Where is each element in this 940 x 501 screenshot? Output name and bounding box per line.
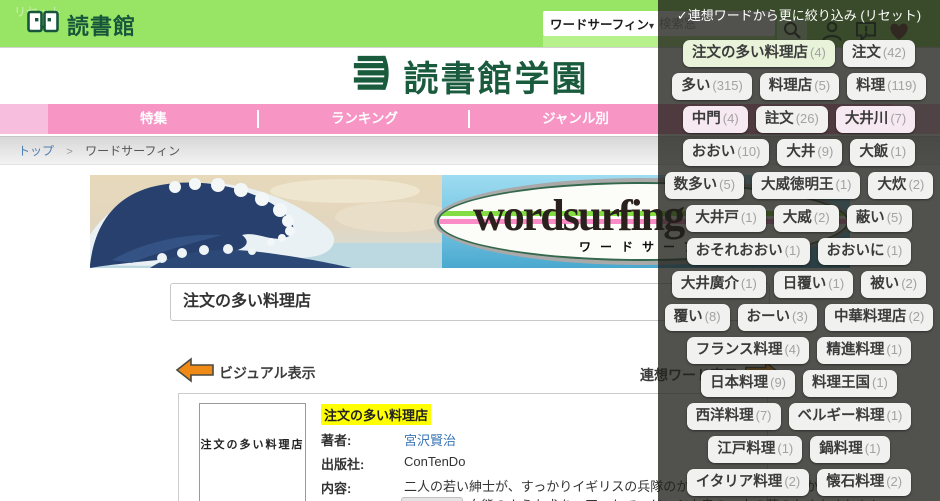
chevron-down-icon: ▾ [649, 21, 654, 32]
chip-row: フランス料理(4) 精進料理(1) [658, 337, 940, 364]
open-book-icon [26, 9, 60, 41]
keyword-chip[interactable]: 大井戸(1) [686, 205, 765, 232]
keyword-chip[interactable]: ベルギー料理(1) [789, 403, 912, 430]
filter-reset-link[interactable]: (リセット) [860, 8, 921, 23]
keyword-chip[interactable]: おーい(3) [738, 304, 817, 331]
keyword-chip[interactable]: 多い(315) [672, 73, 751, 100]
great-wave-artwork [90, 175, 442, 268]
filter-header: ✓連想ワードから更に絞り込み (リセット) [658, 5, 940, 24]
page: リセット 読書館 ワードサーフィン▾ [0, 0, 940, 501]
keyword-chip[interactable]: 料理店(5) [760, 73, 839, 100]
keyword-chip[interactable]: おおい(10) [683, 139, 770, 166]
publisher-value: ConTenDo [404, 454, 465, 473]
summary-label: 内容: [321, 478, 404, 501]
author-link[interactable]: 宮沢賢治 [404, 430, 456, 449]
visual-display-label: ビジュアル表示 [219, 363, 316, 383]
chip-row: おそれおおい(1) おおいに(1) [658, 238, 940, 265]
chip-row: 大井廣介(1) 日覆い(1) 被い(2) [658, 271, 940, 298]
keyword-chip[interactable]: 大威(2) [774, 205, 839, 232]
keyword-chip[interactable]: 大炊(2) [868, 172, 933, 199]
chip-row: 中門(4) 註文(26) 大井川(7) [658, 106, 940, 133]
chip-row: 数多い(5) 大威徳明王(1) 大炊(2) [658, 172, 940, 199]
keyword-chip[interactable]: 註文(26) [756, 106, 828, 133]
chip-row: イタリア料理(2) 懐石料理(2) [658, 469, 940, 496]
keyword-chip[interactable]: 大井川(7) [836, 106, 915, 133]
keyword-chip[interactable]: 日本料理(9) [701, 370, 795, 397]
site-title: 読書館学園 [403, 51, 588, 102]
keyword-chip[interactable]: 注文の多い料理店(4) [683, 40, 835, 67]
keyword-chip[interactable]: 数多い(5) [665, 172, 744, 199]
keyword-chip[interactable]: フランス料理(4) [687, 337, 810, 364]
keyword-chip[interactable]: 江戸料理(1) [708, 436, 802, 463]
brand-logo[interactable]: 読書館 [26, 9, 136, 41]
breadcrumb-current: ワードサーフィン [85, 144, 180, 158]
visual-display-button[interactable]: ビジュアル表示 [175, 356, 316, 389]
nav-item-ranking[interactable]: ランキング [259, 104, 470, 134]
chip-row: 江戸料理(1) 鍋料理(1) [658, 436, 940, 463]
chip-row: おおい(10) 大井(9) 大飯(1) [658, 139, 940, 166]
search-category-dropdown[interactable]: ワードサーフィン▾ [550, 14, 654, 33]
keyword-chip[interactable]: 大井(9) [777, 139, 842, 166]
chip-row: 日本料理(9) 料理王国(1) [658, 370, 940, 397]
breadcrumb-separator: > [66, 146, 72, 158]
keyword-chip[interactable]: 覆い(8) [665, 304, 730, 331]
nav-item-tokushu[interactable]: 特集 [48, 104, 259, 134]
keyword-chip[interactable]: 料理(119) [847, 73, 925, 100]
brand-label: 読書館 [67, 9, 136, 41]
chip-row: 注文の多い料理店(4) 注文(42) [658, 40, 940, 67]
keyword-chip[interactable]: 蔽い(5) [847, 205, 912, 232]
chip-row: 大井戸(1) 大威(2) 蔽い(5) [658, 205, 940, 232]
keyword-filter-overlay: ✓連想ワードから更に絞り込み (リセット) 注文の多い料理店(4) 注文(42) 多… [658, 0, 940, 501]
filter-title: ✓連想ワードから更に絞り込み [677, 8, 857, 23]
keyword-chip[interactable]: 西洋料理(7) [687, 403, 781, 430]
nav-item-genre[interactable]: ジャンル別 [470, 104, 681, 134]
breadcrumb-home-link[interactable]: トップ [18, 144, 54, 158]
arrow-left-icon [175, 356, 215, 389]
author-label: 著者: [321, 430, 404, 449]
cut-off-button[interactable] [401, 497, 463, 501]
keyword-chip[interactable]: 中華料理店(2) [825, 304, 933, 331]
chip-row: 覆い(8) おーい(3) 中華料理店(2) [658, 304, 940, 331]
banner-title: wordsurfing [473, 190, 683, 241]
keyword-chip[interactable]: イタリア料理(2) [687, 469, 809, 496]
keyword-chip[interactable]: 大井廣介(1) [672, 271, 766, 298]
keyword-chip[interactable]: 大威徳明王(1) [752, 172, 860, 199]
stacked-books-icon [351, 54, 393, 99]
keyword-chip[interactable]: 懐石料理(2) [817, 469, 911, 496]
keyword-chip[interactable]: おおいに(1) [818, 238, 912, 265]
chip-row: 西洋料理(7) ベルギー料理(1) [658, 403, 940, 430]
keyword-chip[interactable]: 被い(2) [861, 271, 926, 298]
keyword-chip[interactable]: おそれおおい(1) [687, 238, 810, 265]
keyword-chip[interactable]: 料理王国(1) [803, 370, 897, 397]
book-cover-thumbnail[interactable]: 注文の多い料理店 [199, 403, 306, 501]
keyword-chip[interactable]: 日覆い(1) [774, 271, 853, 298]
keyword-chip[interactable]: 注文(42) [843, 40, 915, 67]
cover-title: 注文の多い料理店 [200, 436, 305, 452]
keyword-chip[interactable]: 鍋料理(1) [810, 436, 889, 463]
keyword-chip-rows: 注文の多い料理店(4) 注文(42) 多い(315) 料理店(5) 料理(119) 中門(… [658, 40, 940, 496]
chip-row: 多い(315) 料理店(5) 料理(119) [658, 73, 940, 100]
keyword-chip[interactable]: 大飯(1) [850, 139, 915, 166]
publisher-label: 出版社: [321, 454, 404, 473]
keyword-chip[interactable]: 中門(4) [683, 106, 748, 133]
book-title-highlighted[interactable]: 注文の多い料理店 [321, 404, 431, 425]
keyword-chip[interactable]: 精進料理(1) [817, 337, 911, 364]
